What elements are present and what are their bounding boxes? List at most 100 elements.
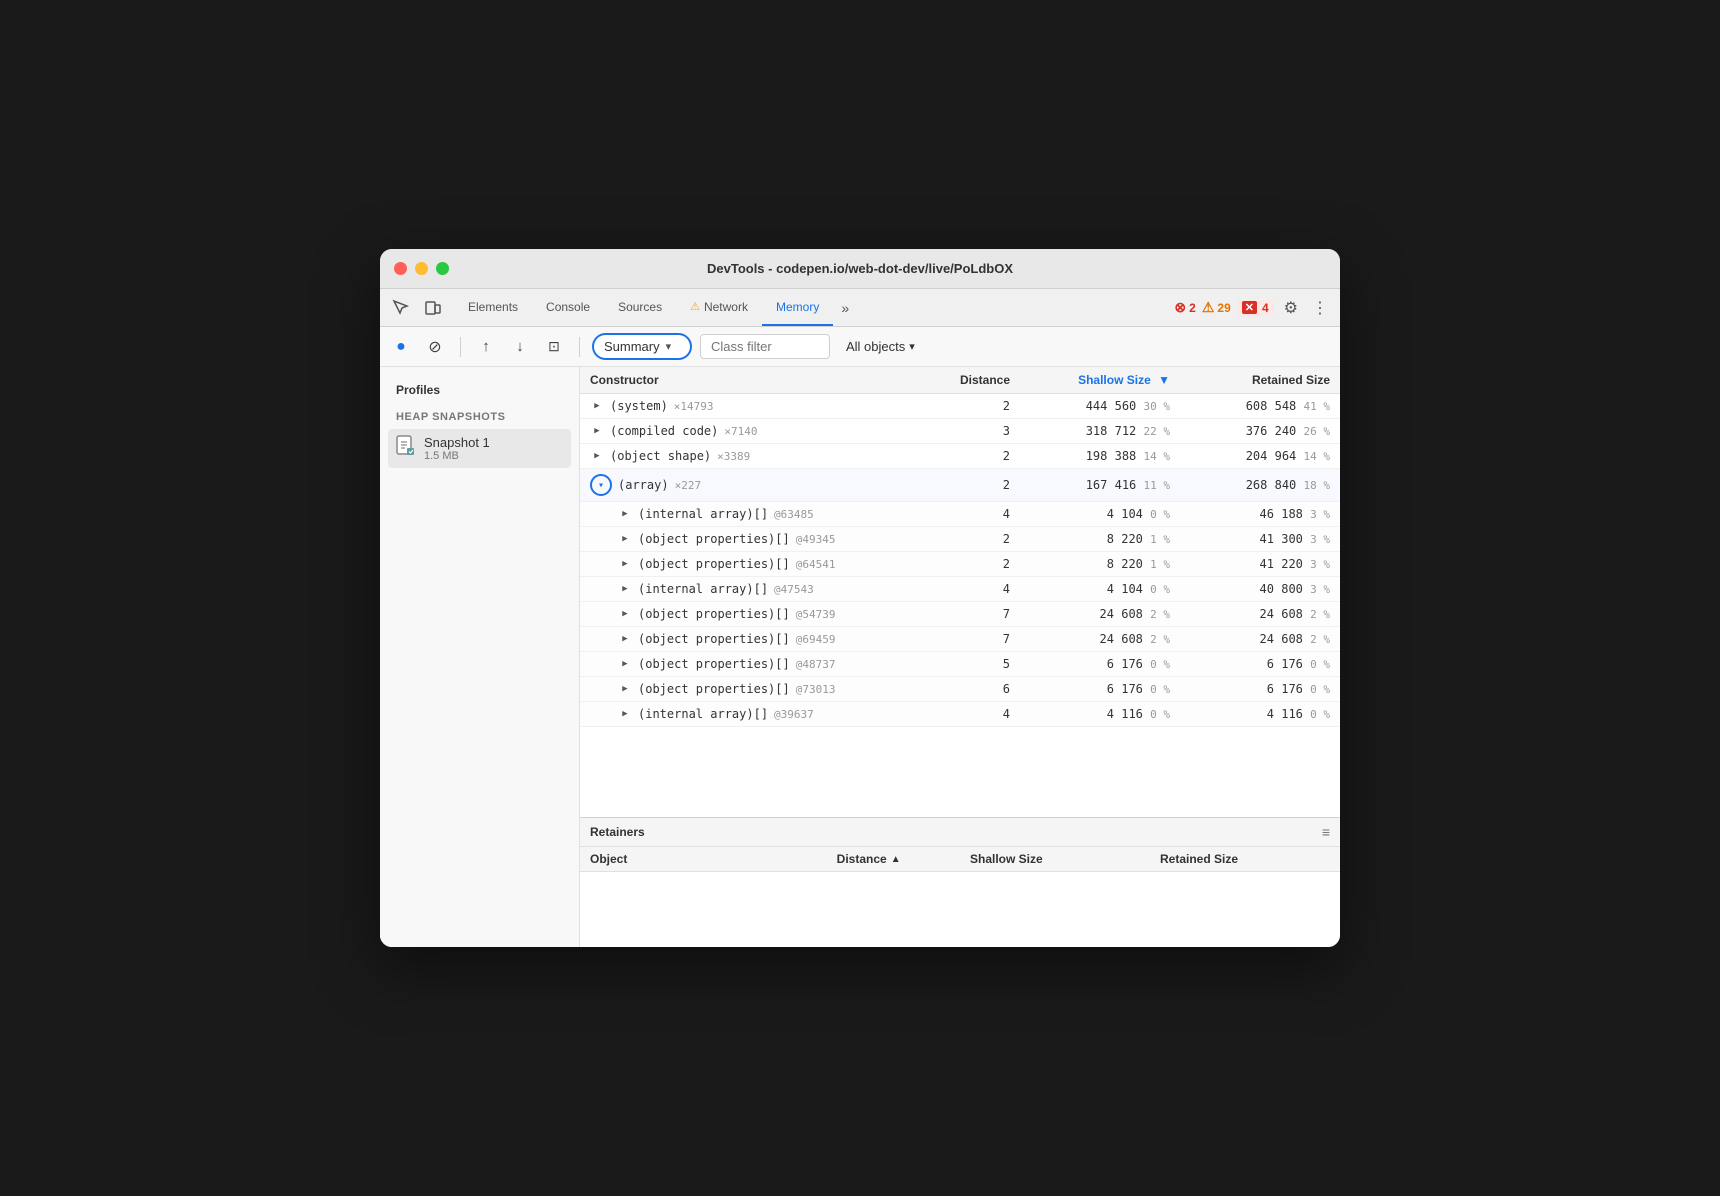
shallow-size-value: 6 176 0 % (1020, 652, 1180, 677)
download-profile-button[interactable]: ↓ (507, 334, 533, 360)
distance-value: 2 (940, 552, 1020, 577)
expand-child-button[interactable]: ▶ (618, 557, 632, 571)
devtools-more-button[interactable]: ⋮ (1308, 294, 1332, 322)
distance-value: 4 (940, 502, 1020, 527)
device-toolbar-button[interactable] (420, 295, 446, 321)
upload-profile-button[interactable]: ↑ (473, 334, 499, 360)
retained-size-header[interactable]: Retained Size (1180, 367, 1340, 394)
constructor-header[interactable]: Constructor (580, 367, 940, 394)
summary-dropdown-arrow: ▾ (666, 340, 672, 353)
distance-value: 2 (940, 527, 1020, 552)
count-badge: ×14793 (674, 400, 714, 413)
retained-size-value: 608 548 41 % (1180, 394, 1340, 419)
snapshot-item-1[interactable]: Snapshot 1 1.5 MB (388, 429, 571, 468)
table-row: ▶ (object shape) ×3389 2 198 388 14 % 20… (580, 444, 1340, 469)
distance-header[interactable]: Distance (940, 367, 1020, 394)
info-icon: ✕ (1242, 301, 1257, 314)
maximize-button[interactable] (436, 262, 449, 275)
expand-objectshape-button[interactable]: ▶ (590, 449, 604, 463)
class-filter-input[interactable] (700, 334, 830, 359)
constructor-name: (system) (610, 399, 668, 413)
tab-elements[interactable]: Elements (454, 289, 532, 326)
retainers-object-header[interactable]: Object (580, 847, 827, 871)
constructor-name: (compiled code) (610, 424, 718, 438)
retained-size-value: 268 840 18 % (1180, 469, 1340, 502)
shallow-size-value: 318 712 22 % (1020, 419, 1180, 444)
retainers-menu-button[interactable]: ≡ (1322, 824, 1330, 840)
count-badge: @39637 (774, 708, 814, 721)
shallow-size-value: 444 560 30 % (1020, 394, 1180, 419)
table-row: ▶ (object properties)[] @48737 5 6 176 0… (580, 652, 1340, 677)
expand-child-button[interactable]: ▶ (618, 532, 632, 546)
warning-triangle-icon: ⚠ (1202, 299, 1215, 316)
expand-child-button[interactable]: ▶ (618, 657, 632, 671)
retainers-distance-header[interactable]: Distance ▲ (827, 847, 960, 871)
retainers-header: Retainers ≡ (580, 818, 1340, 847)
table-row: ▶ (object properties)[] @64541 2 8 220 1… (580, 552, 1340, 577)
record-heap-button[interactable]: ● (388, 334, 414, 360)
expand-child-button[interactable]: ▶ (618, 507, 632, 521)
expand-array-button[interactable]: ▾ (590, 474, 612, 496)
heap-table[interactable]: Constructor Distance Shallow Size ▼ Reta… (580, 367, 1340, 817)
minimize-button[interactable] (415, 262, 428, 275)
constructor-name: (object properties)[] (638, 607, 790, 621)
more-tabs-button[interactable]: » (833, 300, 857, 316)
retained-size-value: 41 220 3 % (1180, 552, 1340, 577)
summary-dropdown[interactable]: Summary ▾ (592, 333, 692, 360)
devtools-window: DevTools - codepen.io/web-dot-dev/live/P… (380, 249, 1340, 947)
all-objects-dropdown[interactable]: All objects ▾ (838, 335, 923, 358)
close-button[interactable] (394, 262, 407, 275)
constructor-name: (object properties)[] (638, 557, 790, 571)
inspect-element-button[interactable] (388, 295, 414, 321)
constructor-name: (internal array)[] (638, 707, 768, 721)
all-objects-arrow: ▾ (909, 340, 915, 353)
profiles-title: Profiles (388, 379, 571, 401)
memory-toolbar: ● ⊘ ↑ ↓ ⊡ Summary ▾ All objects (380, 327, 1340, 367)
clear-icon: ⊘ (428, 337, 441, 357)
clear-profiles-button[interactable]: ⊘ (422, 334, 448, 360)
retained-size-value: 6 176 0 % (1180, 677, 1340, 702)
snapshot-info: Snapshot 1 1.5 MB (424, 435, 490, 462)
table-row: ▾ (array) ×227 2 167 416 11 % 268 840 18… (580, 469, 1340, 502)
retainers-title: Retainers (590, 825, 645, 839)
expand-child-button[interactable]: ▶ (618, 607, 632, 621)
info-badge: ✕ 4 (1237, 300, 1274, 316)
expand-child-button[interactable]: ▶ (618, 632, 632, 646)
error-icon: ⊗ (1174, 299, 1186, 316)
table-row: ▶ (object properties)[] @73013 6 6 176 0… (580, 677, 1340, 702)
shallow-size-value: 4 104 0 % (1020, 577, 1180, 602)
constructor-name: (object properties)[] (638, 657, 790, 671)
toolbar-separator-2 (579, 337, 580, 357)
constructor-name: (internal array)[] (638, 507, 768, 521)
retainers-shallow-header[interactable]: Shallow Size (960, 847, 1150, 871)
traffic-lights (394, 262, 449, 275)
tab-sources[interactable]: Sources (604, 289, 676, 326)
settings-button[interactable]: ⚙ (1280, 294, 1302, 322)
expand-child-button[interactable]: ▶ (618, 582, 632, 596)
distance-value: 2 (940, 444, 1020, 469)
retained-size-value: 41 300 3 % (1180, 527, 1340, 552)
table-header: Constructor Distance Shallow Size ▼ Reta… (580, 367, 1340, 394)
retained-size-value: 24 608 2 % (1180, 627, 1340, 652)
sort-asc-icon: ▲ (891, 854, 901, 865)
shallow-size-header[interactable]: Shallow Size ▼ (1020, 367, 1180, 394)
expand-child-button[interactable]: ▶ (618, 682, 632, 696)
expand-system-button[interactable]: ▶ (590, 399, 604, 413)
distance-value: 2 (940, 394, 1020, 419)
table-row: ▶ (system) ×14793 2 444 560 30 % 608 548… (580, 394, 1340, 419)
shallow-size-value: 167 416 11 % (1020, 469, 1180, 502)
tab-network[interactable]: ⚠ Network (676, 289, 762, 326)
count-badge: ×7140 (724, 425, 757, 438)
tab-memory[interactable]: Memory (762, 289, 833, 326)
retainers-retained-header[interactable]: Retained Size (1150, 847, 1340, 871)
distance-value: 3 (940, 419, 1020, 444)
expand-compiled-button[interactable]: ▶ (590, 424, 604, 438)
expand-child-button[interactable]: ▶ (618, 707, 632, 721)
summary-label: Summary (604, 339, 660, 354)
retained-size-value: 376 240 26 % (1180, 419, 1340, 444)
constructor-name: (object properties)[] (638, 532, 790, 546)
count-badge: @63485 (774, 508, 814, 521)
count-badge: @64541 (796, 558, 836, 571)
collect-garbage-button[interactable]: ⊡ (541, 334, 567, 360)
tab-console[interactable]: Console (532, 289, 604, 326)
